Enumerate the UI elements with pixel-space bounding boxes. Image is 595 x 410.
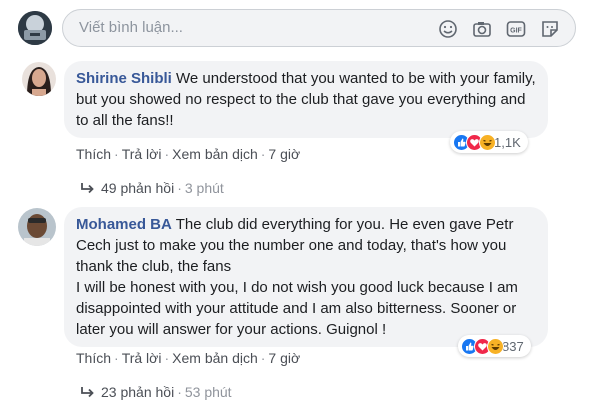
current-user-avatar[interactable] [18,11,52,45]
comment-composer[interactable]: Viết bình luận... GIF [62,9,576,47]
reply-arrow-icon [80,385,96,403]
emoji-icon[interactable] [437,18,459,40]
like-link[interactable]: Thích [76,146,111,162]
sticker-icon[interactable] [539,18,561,40]
comment-actions: Thích · Trả lời · Xem bản dịch · 7 giờ [76,350,301,366]
reply-link[interactable]: Trả lời [122,146,162,162]
comment-time[interactable]: 7 giờ [268,350,300,366]
commenter-avatar[interactable] [22,62,56,96]
commenter-avatar[interactable] [18,208,56,246]
comment-author[interactable]: Shirine Shibli [76,70,172,87]
reaction-count: 837 [502,338,524,354]
reply-count[interactable]: 49 phản hồi [101,180,174,196]
camera-icon[interactable] [471,18,493,40]
translate-link[interactable]: Xem bản dịch [172,350,258,366]
comment-author[interactable]: Mohamed BA [76,216,172,233]
reaction-summary[interactable]: 837 [458,335,531,357]
like-link[interactable]: Thích [76,350,111,366]
comment-time[interactable]: 7 giờ [268,146,300,162]
reply-link[interactable]: Trả lời [122,350,162,366]
reply-time: 3 phút [184,180,224,196]
comment-text-continued: I will be honest with you, I do not wish… [76,279,518,338]
svg-text:GIF: GIF [510,28,522,35]
reaction-summary[interactable]: 1,1K [450,131,528,153]
haha-reaction-icon [479,133,496,151]
haha-reaction-icon [487,337,504,355]
view-replies[interactable]: 23 phản hồi · 53 phút [80,383,232,403]
comment-actions: Thích · Trả lời · Xem bản dịch · 7 giờ [76,146,301,162]
reply-count[interactable]: 23 phản hồi [101,384,174,400]
reaction-count: 1,1K [494,134,521,150]
comment-input[interactable]: Viết bình luận... [79,10,183,46]
comment-bubble: Mohamed BA The club did everything for y… [64,207,548,347]
gif-icon[interactable]: GIF [505,18,527,40]
view-replies[interactable]: 49 phản hồi · 3 phút [80,179,224,199]
reply-arrow-icon [80,181,96,199]
reply-time: 53 phút [184,384,232,400]
translate-link[interactable]: Xem bản dịch [172,146,258,162]
comment-bubble: Shirine Shibli We understood that you wa… [64,61,548,138]
